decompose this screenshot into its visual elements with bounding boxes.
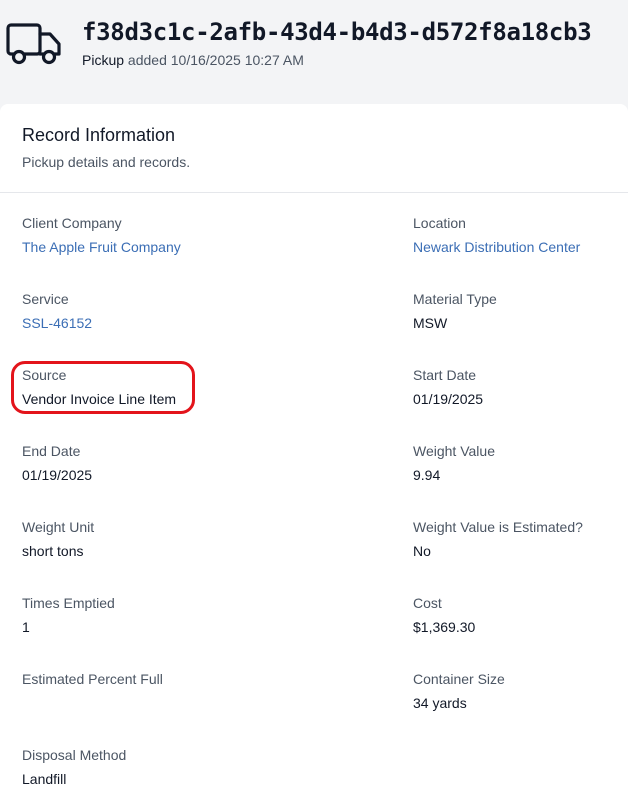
field-end-date: End Date 01/19/2025 <box>22 442 252 484</box>
field-label: Cost <box>413 595 442 611</box>
field-value: 34 yards <box>413 695 467 711</box>
field-value: MSW <box>413 315 448 331</box>
field-material-type: Material Type MSW <box>413 290 623 332</box>
field-value: Landfill <box>22 771 67 787</box>
card-header: Record Information Pickup details and re… <box>0 104 628 193</box>
field-label: End Date <box>22 443 81 459</box>
field-weight-unit: Weight Unit short tons <box>22 518 252 560</box>
field-label: Estimated Percent Full <box>22 671 163 687</box>
service-link[interactable]: SSL-46152 <box>22 314 252 332</box>
record-id-title: f38d3c1c-2afb-43d4-b4d3-d572f8a18cb3 <box>82 18 592 46</box>
added-timestamp: added 10/16/2025 10:27 AM <box>127 52 304 68</box>
field-weight-value: Weight Value 9.94 <box>413 442 623 484</box>
field-cost: Cost $1,369.30 <box>413 594 623 636</box>
field-label: Times Emptied <box>22 595 115 611</box>
field-disposal-method: Disposal Method Landfill <box>22 746 252 788</box>
field-value: 01/19/2025 <box>413 391 484 407</box>
record-subline: Pickup added 10/16/2025 10:27 AM <box>82 52 304 68</box>
card-subtitle: Pickup details and records. <box>22 154 191 170</box>
location-link[interactable]: Newark Distribution Center <box>413 238 623 256</box>
field-value: 9.94 <box>413 467 441 483</box>
field-client-company: Client Company The Apple Fruit Company <box>22 214 252 256</box>
field-label: Weight Value <box>413 443 495 459</box>
field-value: 01/19/2025 <box>22 467 93 483</box>
page-header: f38d3c1c-2afb-43d4-b4d3-d572f8a18cb3 Pic… <box>0 0 628 104</box>
field-start-date: Start Date 01/19/2025 <box>413 366 623 408</box>
record-type: Pickup <box>82 52 125 68</box>
field-label: Material Type <box>413 291 497 307</box>
record-information-card: Record Information Pickup details and re… <box>0 104 628 805</box>
card-title: Record Information <box>22 125 176 145</box>
field-label: Container Size <box>413 671 505 687</box>
field-value: short tons <box>22 543 84 559</box>
field-times-emptied: Times Emptied 1 <box>22 594 252 636</box>
field-weight-estimated: Weight Value is Estimated? No <box>413 518 623 560</box>
field-service: Service SSL-46152 <box>22 290 252 332</box>
field-value: $1,369.30 <box>413 619 476 635</box>
field-location: Location Newark Distribution Center <box>413 214 623 256</box>
field-estimated-percent-full: Estimated Percent Full <box>22 670 252 694</box>
field-label: Start Date <box>413 367 477 383</box>
truck-icon <box>6 23 61 65</box>
field-label: Location <box>413 215 466 231</box>
field-label: Disposal Method <box>22 747 127 763</box>
field-label: Weight Unit <box>22 519 95 535</box>
field-value: 1 <box>22 619 30 635</box>
source-highlight-annotation <box>11 361 195 414</box>
client-company-link[interactable]: The Apple Fruit Company <box>22 238 252 256</box>
field-label: Service <box>22 291 69 307</box>
field-label: Client Company <box>22 215 122 231</box>
field-value: No <box>413 543 431 559</box>
field-container-size: Container Size 34 yards <box>413 670 623 712</box>
field-label: Weight Value is Estimated? <box>413 519 583 535</box>
